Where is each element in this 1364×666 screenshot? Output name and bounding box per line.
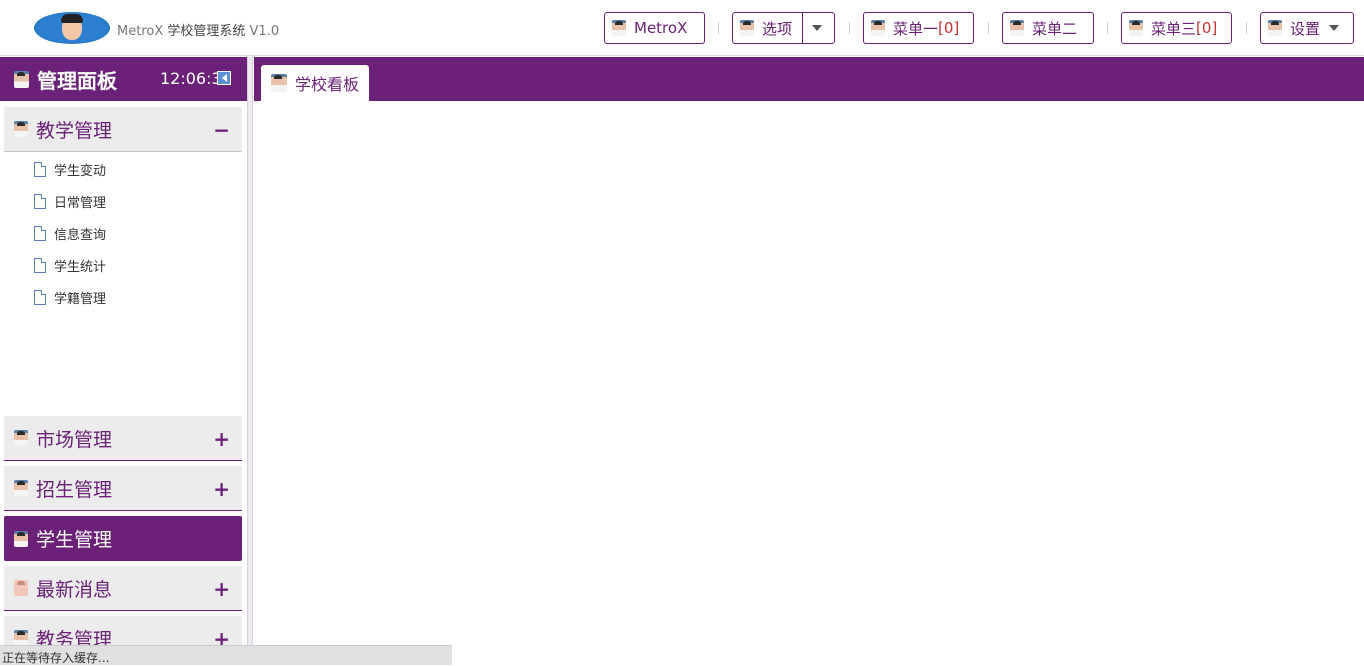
document-icon: [34, 257, 46, 273]
expand-icon[interactable]: +: [213, 477, 230, 501]
sidebar-item-registry[interactable]: 学籍管理: [34, 287, 106, 307]
document-icon: [34, 289, 46, 305]
options-label: 选项: [762, 19, 793, 38]
menu3-label: 菜单三: [1151, 19, 1197, 38]
logo: [34, 12, 110, 44]
avatar-icon: [14, 630, 28, 646]
collapse-icon[interactable]: −: [213, 118, 230, 142]
menu1-count: [0]: [938, 19, 960, 37]
group-market[interactable]: 市场管理 +: [4, 416, 242, 461]
avatar-icon: [14, 70, 29, 88]
menu2-button[interactable]: 菜单二: [1002, 12, 1094, 44]
item-label: 学籍管理: [54, 291, 107, 307]
sidebar-item-stats[interactable]: 学生统计: [34, 255, 106, 275]
main-content: [254, 101, 1364, 665]
app-name-en: MetroX: [117, 24, 164, 39]
expand-icon[interactable]: +: [213, 577, 230, 601]
avatar-icon: [1010, 20, 1024, 36]
group-enrollment[interactable]: 招生管理 +: [4, 466, 242, 511]
item-label: 学生统计: [54, 259, 107, 275]
avatar-icon: [1129, 20, 1143, 36]
sidebar: 管理面板 12:06:32 教学管理 − 学生变动 日常管理 信息查询 学生统计…: [0, 57, 247, 665]
group-label: 市场管理: [36, 428, 113, 451]
avatar-icon: [871, 20, 885, 36]
status-bar: 正在等待存入缓存...: [0, 645, 452, 665]
sidebar-item-student-change[interactable]: 学生变动: [34, 159, 106, 179]
avatar-icon: [14, 430, 28, 446]
group-label: 最新消息: [36, 578, 113, 601]
app-version: V1.0: [249, 24, 280, 39]
group-label: 招生管理: [36, 478, 113, 501]
settings-button[interactable]: 设置: [1260, 12, 1354, 44]
tab-label: 学校看板: [295, 75, 360, 94]
chevron-down-icon[interactable]: [1324, 13, 1344, 43]
options-button[interactable]: 选项: [732, 12, 835, 44]
avatar-icon: [740, 20, 754, 36]
item-label: 信息查询: [54, 227, 107, 243]
metrox-label: MetroX: [634, 19, 688, 37]
expand-icon[interactable]: +: [213, 427, 230, 451]
app-name-cn: 学校管理系统: [167, 24, 246, 39]
menu1-button[interactable]: 菜单一 [0]: [863, 12, 974, 44]
chevron-down-icon[interactable]: [802, 13, 830, 43]
top-header: MetroX 学校管理系统 V1.0 MetroX 选项 菜单一 [0] 菜单二 …: [0, 0, 1364, 56]
sidebar-item-query[interactable]: 信息查询: [34, 223, 106, 243]
group-teaching[interactable]: 教学管理 −: [4, 107, 242, 152]
menu1-label: 菜单一: [893, 19, 939, 38]
avatar-icon: [14, 530, 28, 547]
group-label: 学生管理: [36, 529, 113, 551]
metrox-button[interactable]: MetroX: [604, 12, 705, 44]
panel-title: 管理面板: [37, 68, 117, 93]
avatar-icon: [14, 480, 28, 496]
settings-label: 设置: [1290, 19, 1321, 38]
tab-school-board[interactable]: 学校看板: [261, 65, 370, 101]
sidebar-header: 管理面板 12:06:32: [0, 57, 247, 101]
item-label: 学生变动: [54, 163, 107, 179]
sidebar-splitter[interactable]: [247, 57, 253, 665]
menu3-button[interactable]: 菜单三 [0]: [1121, 12, 1232, 44]
menu2-label: 菜单二: [1032, 19, 1078, 38]
avatar-icon: [271, 74, 287, 92]
avatar-icon: [14, 580, 28, 596]
document-icon: [34, 161, 46, 177]
item-label: 日常管理: [54, 195, 107, 211]
document-icon: [34, 225, 46, 241]
avatar-icon: [1268, 20, 1282, 36]
tab-bar: 学校看板: [254, 57, 1364, 101]
app-title: MetroX 学校管理系统 V1.0: [117, 20, 279, 39]
group-news[interactable]: 最新消息 +: [4, 566, 242, 611]
document-icon: [34, 193, 46, 209]
group-students[interactable]: 学生管理: [4, 516, 242, 561]
avatar-icon: [612, 20, 626, 36]
collapse-sidebar-icon[interactable]: [217, 71, 231, 85]
avatar-icon: [14, 121, 28, 137]
group-label: 教学管理: [36, 119, 113, 142]
sidebar-item-daily[interactable]: 日常管理: [34, 191, 106, 211]
menu3-count: [0]: [1196, 19, 1218, 37]
